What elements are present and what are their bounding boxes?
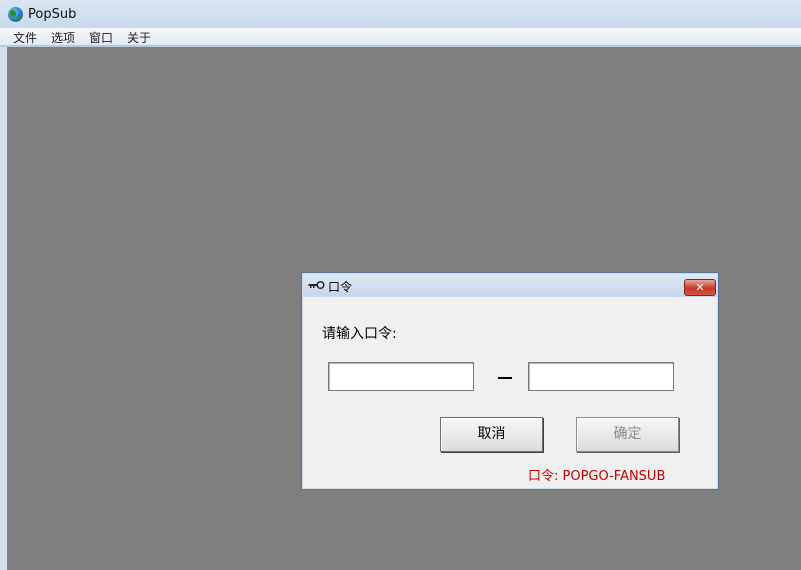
key-icon — [308, 281, 325, 289]
password-prompt-label: 请输入口令: — [322, 326, 397, 342]
cancel-button[interactable]: 取消 — [440, 417, 543, 452]
menu-window[interactable]: 窗口 — [88, 29, 114, 46]
password-input-second[interactable] — [528, 362, 674, 391]
ok-button[interactable]: 确定 — [576, 417, 679, 452]
password-dialog: 口令 ✕ 请输入口令: 取消 确定 口令: POPGO-FANSUB — [301, 272, 719, 490]
menu-options[interactable]: 选项 — [50, 29, 76, 46]
dialog-titlebar[interactable]: 口令 ✕ — [303, 274, 717, 297]
close-button[interactable]: ✕ — [684, 279, 716, 296]
password-input-first[interactable] — [328, 362, 474, 391]
dialog-title: 口令 — [328, 280, 353, 294]
globe-icon — [8, 7, 23, 22]
menu-about[interactable]: 关于 — [126, 29, 152, 46]
menu-file[interactable]: 文件 — [12, 29, 38, 46]
separator-dash — [498, 377, 512, 379]
app-titlebar: PopSub — [0, 0, 801, 28]
close-icon: ✕ — [695, 281, 705, 294]
menu-bar: 文件 选项 窗口 关于 — [0, 28, 801, 45]
app-title: PopSub — [28, 7, 77, 22]
window-frame-left — [0, 47, 7, 570]
password-hint: 口令: POPGO-FANSUB — [528, 469, 666, 484]
